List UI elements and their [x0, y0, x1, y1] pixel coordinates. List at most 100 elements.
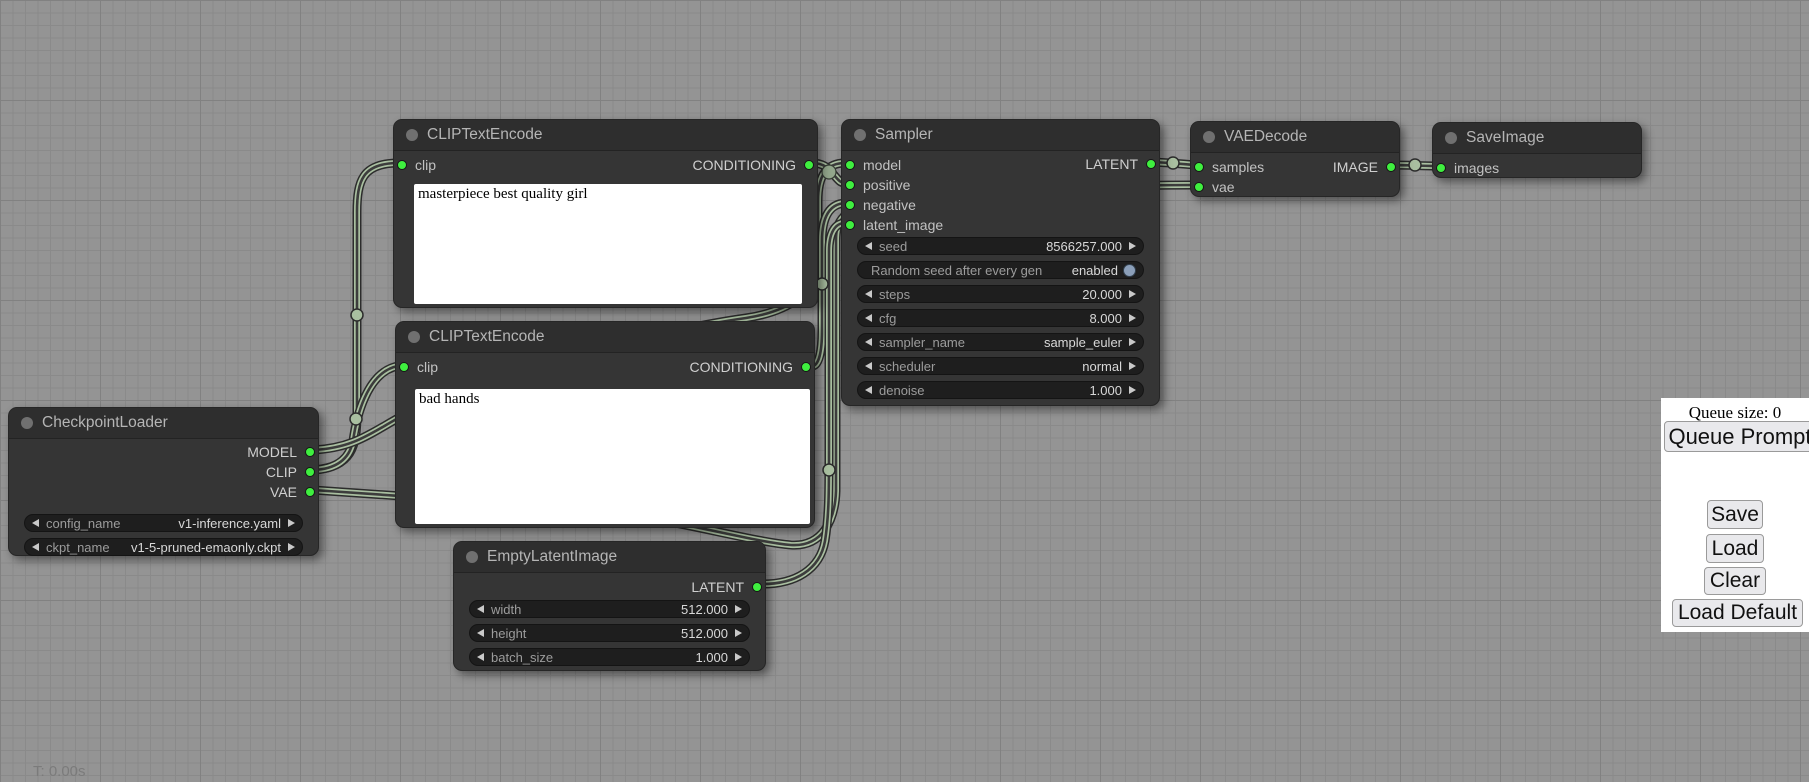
input-port-label: model	[863, 157, 901, 173]
decrement-arrow-icon[interactable]	[865, 386, 872, 394]
increment-arrow-icon[interactable]	[1129, 338, 1136, 346]
collapse-dot-icon[interactable]	[21, 417, 33, 429]
collapse-dot-icon[interactable]	[406, 129, 418, 141]
latent-output-port[interactable]	[1146, 159, 1156, 169]
load-button[interactable]: Load	[1706, 534, 1764, 563]
node-title-bar[interactable]: CLIPTextEncode	[394, 120, 817, 151]
toggle-value: enabled	[1072, 263, 1118, 278]
widget-label: width	[491, 602, 521, 617]
increment-arrow-icon[interactable]	[1129, 290, 1136, 298]
ckpt-name-widget[interactable]: ckpt_name v1-5-pruned-emaonly.ckpt	[24, 538, 303, 556]
decrement-arrow-icon[interactable]	[32, 543, 39, 551]
node-title-bar[interactable]: SaveImage	[1433, 123, 1641, 154]
decrement-arrow-icon[interactable]	[477, 605, 484, 613]
widget-value: normal	[1082, 359, 1122, 374]
steps-widget[interactable]: steps 20.000	[857, 285, 1144, 303]
widget-value: v1-5-pruned-emaonly.ckpt	[131, 540, 281, 555]
vae-output-port[interactable]	[305, 487, 315, 497]
random-seed-toggle-widget[interactable]: Random seed after every gen enabled	[857, 261, 1144, 279]
cfg-widget[interactable]: cfg 8.000	[857, 309, 1144, 327]
node-graph-canvas[interactable]: T: 0.00s CheckpointLoader MODEL CLIP VAE	[0, 0, 1809, 782]
increment-arrow-icon[interactable]	[1129, 386, 1136, 394]
link-midpoint-dot	[351, 309, 363, 321]
collapse-dot-icon[interactable]	[408, 331, 420, 343]
decrement-arrow-icon[interactable]	[865, 362, 872, 370]
height-widget[interactable]: height 512.000	[469, 624, 750, 642]
seed-widget[interactable]: seed 8566257.000	[857, 237, 1144, 255]
increment-arrow-icon[interactable]	[735, 605, 742, 613]
clear-button[interactable]: Clear	[1704, 567, 1766, 595]
conditioning-output-port[interactable]	[804, 160, 814, 170]
widget-value: 1.000	[1089, 383, 1122, 398]
output-row-vae: VAE	[9, 482, 318, 502]
input-port-label: vae	[1212, 179, 1235, 195]
widget-label: cfg	[879, 311, 896, 326]
decrement-arrow-icon[interactable]	[865, 290, 872, 298]
positive-input-port[interactable]	[845, 180, 855, 190]
node-title-bar[interactable]: CLIPTextEncode	[396, 322, 814, 353]
denoise-widget[interactable]: denoise 1.000	[857, 381, 1144, 399]
decrement-arrow-icon[interactable]	[477, 629, 484, 637]
clip-output-port[interactable]	[305, 467, 315, 477]
images-input-port[interactable]	[1436, 163, 1446, 173]
node-saveimage[interactable]: SaveImage images	[1432, 122, 1642, 178]
queue-prompt-button[interactable]: Queue Prompt	[1664, 421, 1809, 452]
config-name-widget[interactable]: config_name v1-inference.yaml	[24, 514, 303, 532]
collapse-dot-icon[interactable]	[1203, 131, 1215, 143]
output-port-label: LATENT	[691, 579, 744, 595]
clip-input-port[interactable]	[399, 362, 409, 372]
batch-size-widget[interactable]: batch_size 1.000	[469, 648, 750, 666]
collapse-dot-icon[interactable]	[466, 551, 478, 563]
load-default-button[interactable]: Load Default	[1672, 599, 1803, 627]
widget-label: scheduler	[879, 359, 935, 374]
increment-arrow-icon[interactable]	[1129, 362, 1136, 370]
toggle-circle-icon[interactable]	[1123, 264, 1136, 277]
latent-output-port[interactable]	[752, 582, 762, 592]
node-title-bar[interactable]: VAEDecode	[1191, 122, 1399, 153]
node-checkpointloader[interactable]: CheckpointLoader MODEL CLIP VAE conf	[8, 407, 319, 556]
node-cliptextencode-negative[interactable]: CLIPTextEncode clip CONDITIONING bad han…	[395, 321, 815, 528]
increment-arrow-icon[interactable]	[1129, 314, 1136, 322]
node-title-bar[interactable]: Sampler	[842, 120, 1159, 151]
samples-input-port[interactable]	[1194, 162, 1204, 172]
save-button[interactable]: Save	[1707, 500, 1763, 529]
increment-arrow-icon[interactable]	[288, 519, 295, 527]
decrement-arrow-icon[interactable]	[865, 314, 872, 322]
vae-input-port[interactable]	[1194, 182, 1204, 192]
increment-arrow-icon[interactable]	[735, 629, 742, 637]
port-row: clip CONDITIONING	[394, 155, 817, 175]
output-port-label: IMAGE	[1333, 159, 1378, 175]
widget-value: 20.000	[1082, 287, 1122, 302]
negative-prompt-textarea[interactable]: bad hands	[415, 389, 810, 524]
latent-image-input-port[interactable]	[845, 220, 855, 230]
clip-input-port[interactable]	[397, 160, 407, 170]
node-sampler[interactable]: Sampler LATENT model positive negative l…	[841, 119, 1160, 406]
conditioning-output-port[interactable]	[801, 362, 811, 372]
node-emptylatentimage[interactable]: EmptyLatentImage LATENT width 512.000 he…	[453, 541, 766, 671]
sampler-name-widget[interactable]: sampler_name sample_euler	[857, 333, 1144, 351]
widget-label: seed	[879, 239, 907, 254]
increment-arrow-icon[interactable]	[288, 543, 295, 551]
decrement-arrow-icon[interactable]	[32, 519, 39, 527]
node-title-bar[interactable]: EmptyLatentImage	[454, 542, 765, 573]
image-output-port[interactable]	[1386, 162, 1396, 172]
width-widget[interactable]: width 512.000	[469, 600, 750, 618]
increment-arrow-icon[interactable]	[735, 653, 742, 661]
widget-value: 1.000	[695, 650, 728, 665]
widget-value: 8.000	[1089, 311, 1122, 326]
positive-prompt-textarea[interactable]: masterpiece best quality girl	[414, 184, 802, 304]
decrement-arrow-icon[interactable]	[865, 338, 872, 346]
node-title-bar[interactable]: CheckpointLoader	[9, 408, 318, 439]
scheduler-widget[interactable]: scheduler normal	[857, 357, 1144, 375]
node-title: CLIPTextEncode	[427, 126, 542, 144]
model-input-port[interactable]	[845, 160, 855, 170]
node-cliptextencode-positive[interactable]: CLIPTextEncode clip CONDITIONING masterp…	[393, 119, 818, 308]
collapse-dot-icon[interactable]	[854, 129, 866, 141]
node-vaedecode[interactable]: VAEDecode samples IMAGE vae	[1190, 121, 1400, 197]
increment-arrow-icon[interactable]	[1129, 242, 1136, 250]
negative-input-port[interactable]	[845, 200, 855, 210]
decrement-arrow-icon[interactable]	[865, 242, 872, 250]
collapse-dot-icon[interactable]	[1445, 132, 1457, 144]
model-output-port[interactable]	[305, 447, 315, 457]
decrement-arrow-icon[interactable]	[477, 653, 484, 661]
